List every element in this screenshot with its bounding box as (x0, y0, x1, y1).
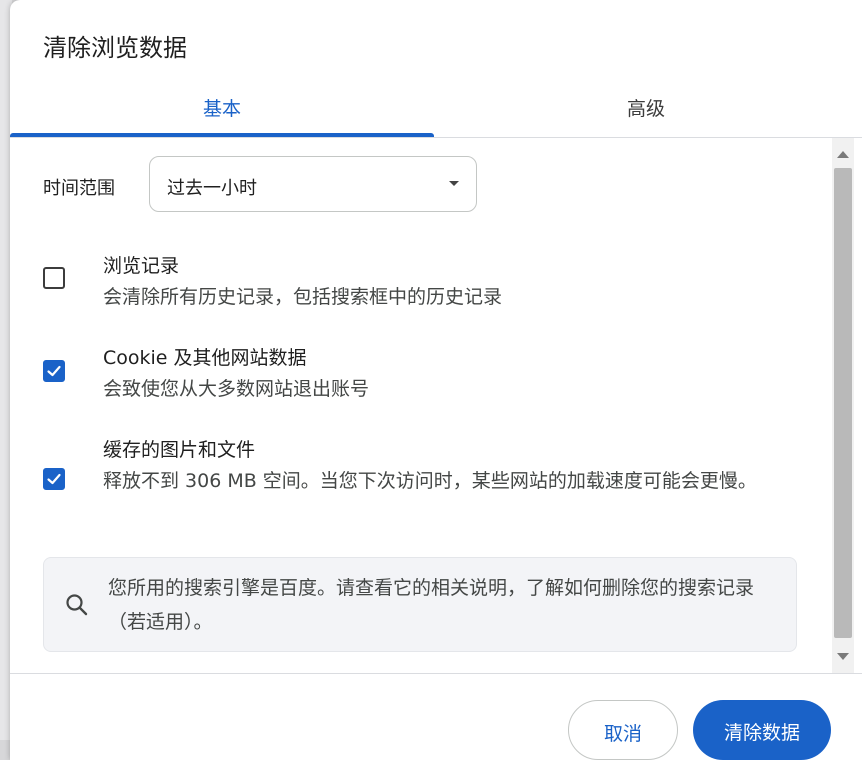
cookies-checkbox[interactable] (43, 360, 65, 382)
tab-basic[interactable]: 基本 (10, 78, 434, 136)
search-engine-info: 您所用的搜索引擎是百度。请查看它的相关说明，了解如何删除您的搜索记录（若适用）。 (43, 557, 797, 652)
footer-divider (10, 673, 862, 674)
search-icon (66, 594, 88, 616)
option-title: 缓存的图片和文件 (103, 439, 256, 461)
dropdown-arrow-icon (449, 181, 459, 186)
option-title: 浏览记录 (103, 255, 180, 277)
scrollbar-thumb[interactable] (834, 168, 852, 638)
clear-browsing-data-dialog: 清除浏览数据 基本 高级 时间范围 过去一小时 浏览记录 会清除所有历史记录，包… (10, 0, 862, 760)
time-range-select[interactable]: 过去一小时 (149, 156, 477, 212)
checkmark-icon (47, 365, 61, 377)
search-engine-info-text: 您所用的搜索引擎是百度。请查看它的相关说明，了解如何删除您的搜索记录（若适用）。 (108, 577, 755, 633)
dialog-title: 清除浏览数据 (43, 34, 187, 62)
dialog-content: 时间范围 过去一小时 浏览记录 会清除所有历史记录，包括搜索框中的历史记录 Co… (10, 138, 830, 673)
option-title: Cookie 及其他网站数据 (103, 347, 307, 369)
clear-data-button[interactable]: 清除数据 (693, 700, 831, 760)
scroll-up-arrow-icon[interactable] (837, 151, 849, 158)
option-description: 释放不到 306 MB 空间。当您下次访问时，某些网站的加载速度可能会更慢。 (103, 470, 757, 492)
time-range-label: 时间范围 (43, 178, 115, 199)
cache-checkbox[interactable] (43, 468, 65, 490)
tab-bar: 基本 高级 (10, 78, 862, 138)
option-description: 会致使您从大多数网站退出账号 (103, 378, 370, 400)
cancel-button[interactable]: 取消 (568, 700, 678, 760)
tab-advanced[interactable]: 高级 (434, 78, 858, 136)
content-scrollbar[interactable] (832, 138, 854, 673)
browsing-history-checkbox[interactable] (43, 267, 65, 289)
scroll-down-arrow-icon[interactable] (837, 653, 849, 660)
checkmark-icon (47, 473, 61, 485)
option-description: 会清除所有历史记录，包括搜索框中的历史记录 (103, 286, 503, 308)
time-range-value: 过去一小时 (167, 178, 257, 199)
